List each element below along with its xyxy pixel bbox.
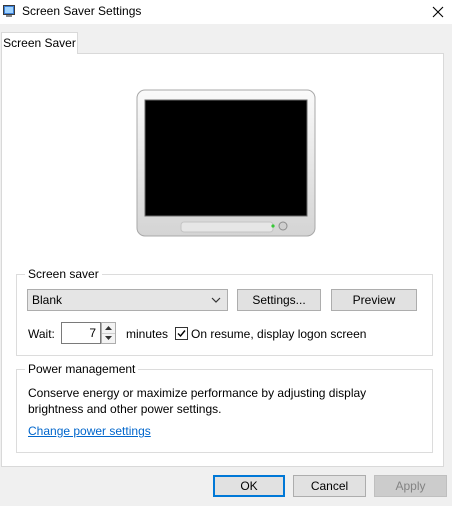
on-resume-label[interactable]: On resume, display logon screen — [191, 327, 366, 341]
power-description-line2: brightness and other power settings. — [28, 402, 222, 416]
settings-button[interactable]: Settings... — [237, 289, 321, 311]
chevron-down-icon — [211, 297, 221, 303]
checkmark-icon — [177, 330, 186, 338]
tab-panel: Screen saver Blank Settings... Preview W… — [1, 53, 444, 467]
title-bar: Screen Saver Settings — [0, 0, 452, 24]
wait-label: Wait: — [28, 327, 55, 341]
wait-minutes-value: 7 — [89, 326, 96, 340]
window-title: Screen Saver Settings — [22, 4, 142, 18]
monitor-preview — [136, 89, 316, 237]
chevron-up-icon — [105, 326, 112, 330]
spin-down-button[interactable] — [102, 333, 115, 343]
tab-strip: Screen Saver — [0, 32, 452, 54]
power-management-group-label: Power management — [25, 362, 139, 376]
screen-saver-selected: Blank — [32, 293, 63, 307]
power-button-icon — [278, 221, 288, 231]
on-resume-checkbox[interactable] — [175, 327, 188, 340]
close-button[interactable] — [424, 0, 452, 24]
chevron-down-icon — [105, 336, 112, 340]
apply-button[interactable]: Apply — [374, 475, 447, 497]
wait-minutes-input[interactable]: 7 — [61, 322, 101, 344]
power-description-line1: Conserve energy or maximize performance … — [28, 386, 367, 400]
close-icon — [432, 6, 444, 18]
power-led-icon — [271, 224, 275, 228]
screen-saver-group-label: Screen saver — [25, 267, 102, 281]
minutes-label: minutes — [126, 327, 169, 341]
change-power-settings-link[interactable]: Change power settings — [28, 424, 151, 438]
preview-button[interactable]: Preview — [331, 289, 417, 311]
wait-minutes-stepper[interactable] — [101, 322, 116, 344]
screen-saver-group: Screen saver Blank Settings... Preview W… — [16, 267, 433, 356]
tab-screen-saver[interactable]: Screen Saver — [1, 32, 78, 54]
screen-saver-select[interactable]: Blank — [27, 289, 228, 311]
cancel-button[interactable]: Cancel — [293, 475, 366, 497]
screensaver-app-icon — [3, 5, 15, 17]
power-management-group: Power management Conserve energy or maxi… — [16, 362, 433, 453]
ok-button[interactable]: OK — [213, 475, 285, 497]
